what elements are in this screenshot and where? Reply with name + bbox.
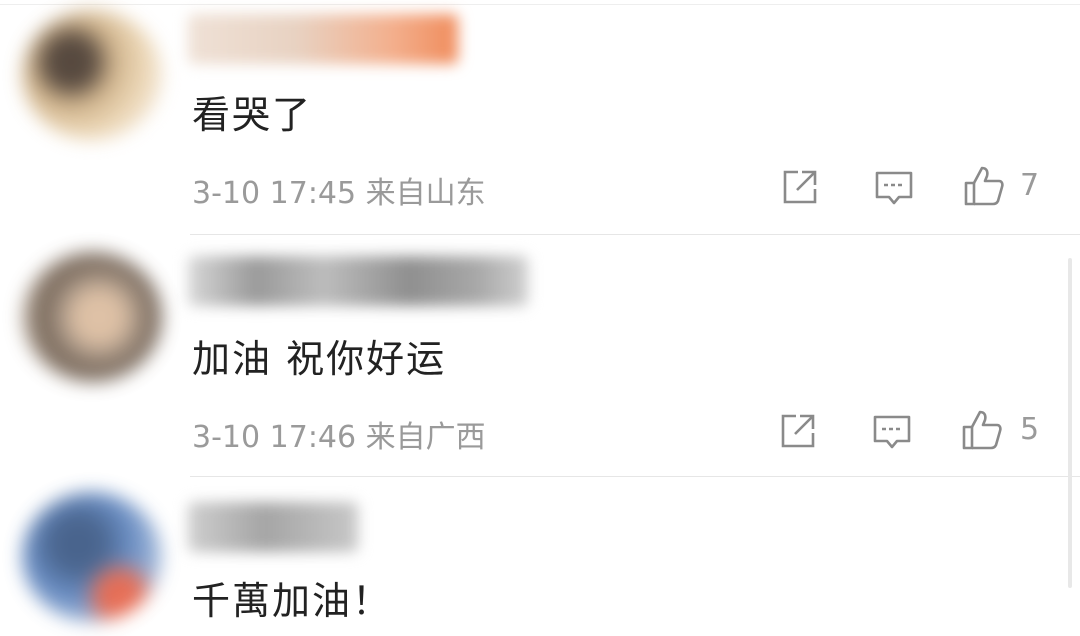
comment-time: 17:45 [269, 176, 357, 211]
comment-icon [875, 171, 913, 205]
comment-time: 17:46 [269, 420, 357, 455]
comment-item: 千萬加油！ [0, 478, 1080, 636]
avatar[interactable] [22, 10, 162, 140]
comment-item: 加油 祝你好运 3-10 17:46 来自广西 5 [0, 236, 1080, 476]
comment-text: 看哭了 [192, 93, 313, 137]
thumbs-up-icon [964, 166, 1004, 206]
comment-divider [190, 234, 1080, 235]
scrollbar[interactable] [1068, 258, 1072, 588]
share-button[interactable] [776, 409, 820, 453]
like-button[interactable] [962, 164, 1006, 208]
comment-icon [873, 415, 911, 449]
like-button[interactable] [960, 408, 1004, 452]
comment-meta: 3-10 17:45 来自山东 [192, 168, 486, 212]
username[interactable] [188, 502, 358, 552]
like-count: 7 [1020, 168, 1040, 203]
comment-text: 加油 祝你好运 [192, 337, 447, 381]
avatar[interactable] [22, 492, 162, 622]
comment-date: 3-10 [192, 420, 261, 455]
comment-divider [190, 476, 1080, 477]
share-icon [781, 414, 815, 448]
comment-date: 3-10 [192, 176, 261, 211]
share-icon [783, 170, 817, 204]
avatar[interactable] [22, 252, 162, 382]
comment-button[interactable] [872, 165, 916, 209]
username[interactable] [188, 256, 528, 306]
like-count: 5 [1020, 412, 1040, 447]
comment-location: 来自山东 [365, 176, 486, 211]
comment-item: 看哭了 3-10 17:45 来自山东 7 [0, 0, 1080, 236]
comment-meta: 3-10 17:46 来自广西 [192, 412, 486, 456]
comment-text: 千萬加油！ [192, 579, 393, 623]
comment-location: 来自广西 [365, 420, 486, 455]
share-button[interactable] [778, 165, 822, 209]
comment-button[interactable] [870, 409, 914, 453]
thumbs-up-icon [962, 410, 1002, 450]
username[interactable] [188, 14, 458, 64]
